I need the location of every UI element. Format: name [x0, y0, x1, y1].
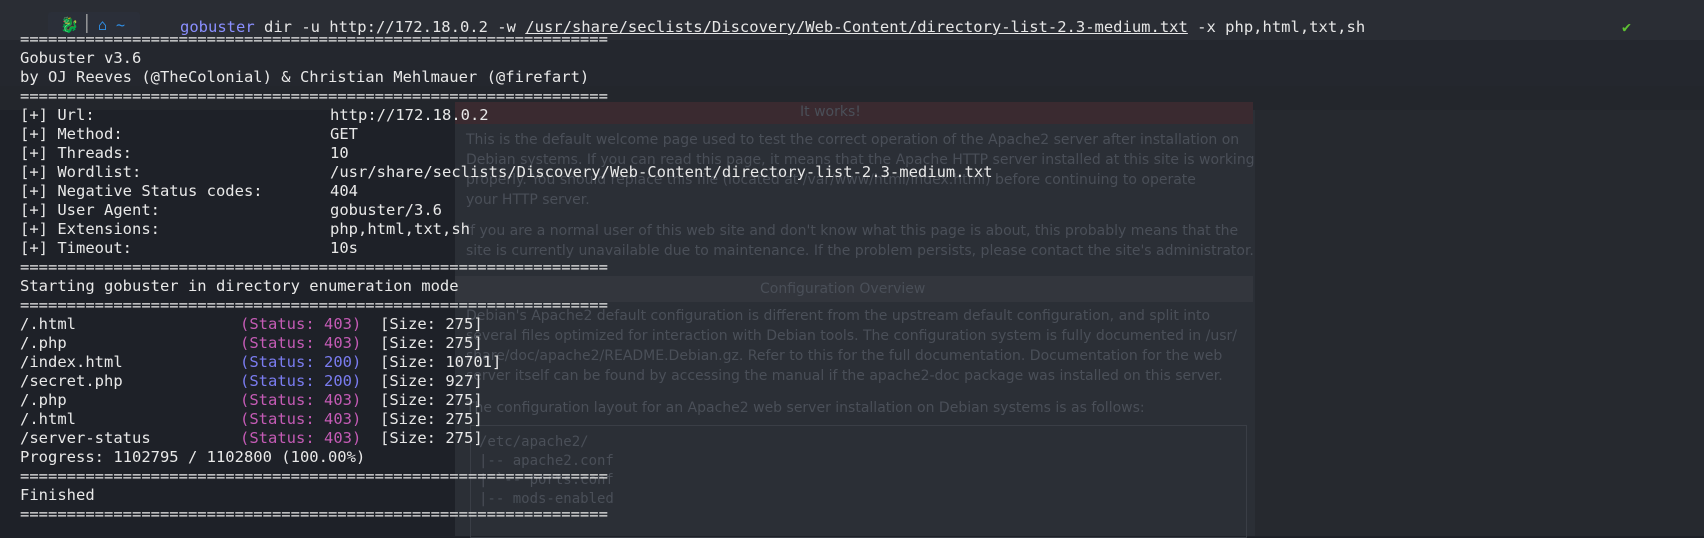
command-extensions: -x php,html,txt,sh — [1187, 18, 1366, 36]
result-status: (Status: 403) — [240, 410, 362, 428]
result-path: /index.html — [20, 353, 123, 371]
divider: ========================================… — [20, 30, 608, 48]
config-label: [+] Negative Status codes: — [20, 182, 263, 200]
success-check-icon: ✔ — [1622, 18, 1632, 36]
result-size: [Size: 275] — [380, 391, 483, 409]
result-status: (Status: 200) — [240, 353, 362, 371]
result-path: /.html — [20, 410, 76, 428]
config-label: [+] Extensions: — [20, 220, 160, 238]
result-row: /server-status (Status: 403) [Size: 275] — [20, 429, 483, 448]
result-path: /.php — [20, 391, 67, 409]
result-status: (Status: 403) — [240, 429, 362, 447]
result-status: (Status: 403) — [240, 334, 362, 352]
finished-line: Finished — [20, 486, 95, 504]
config-label: [+] Wordlist: — [20, 163, 142, 181]
config-value: GET — [330, 125, 358, 143]
result-size: [Size: 275] — [380, 410, 483, 428]
result-size: [Size: 10701] — [380, 353, 502, 371]
command-wordlist-path: /usr/share/seclists/Discovery/Web-Conten… — [525, 18, 1188, 36]
config-label: [+] Method: — [20, 125, 123, 143]
config-value: 10s — [330, 239, 358, 257]
config-row: [+] Negative Status codes: 404 — [20, 182, 358, 201]
result-path: /server-status — [20, 429, 151, 447]
result-status: (Status: 403) — [240, 391, 362, 409]
config-label: [+] Url: — [20, 106, 95, 124]
config-label: [+] Timeout: — [20, 239, 132, 257]
result-row: /secret.php (Status: 200) [Size: 927] — [20, 372, 483, 391]
result-row: /index.html (Status: 200) [Size: 10701] — [20, 353, 501, 372]
config-row: [+] Wordlist: /usr/share/seclists/Discove… — [20, 163, 993, 182]
gobuster-authors: by OJ Reeves (@TheColonial) & Christian … — [20, 68, 590, 86]
config-row: [+] User Agent: gobuster/3.6 — [20, 201, 442, 220]
config-row: [+] Method: GET — [20, 125, 358, 144]
progress-line: Progress: 1102795 / 1102800 (100.00%) — [20, 448, 366, 466]
mode-line: Starting gobuster in directory enumerati… — [20, 277, 459, 295]
result-row: /.php (Status: 403) [Size: 275] — [20, 334, 483, 353]
result-row: /.php (Status: 403) [Size: 275] — [20, 391, 483, 410]
config-value: gobuster/3.6 — [330, 201, 442, 219]
divider: ========================================… — [20, 258, 608, 276]
result-path: /.html — [20, 315, 76, 333]
config-row: [+] Threads: 10 — [20, 144, 349, 163]
config-value: 10 — [330, 144, 349, 162]
config-row: [+] Extensions: php,html,txt,sh — [20, 220, 470, 239]
config-value: /usr/share/seclists/Discovery/Web-Conten… — [330, 163, 993, 181]
config-label: [+] Threads: — [20, 144, 132, 162]
result-path: /.php — [20, 334, 67, 352]
result-row: /.html (Status: 403) [Size: 275] — [20, 315, 483, 334]
divider: ========================================… — [20, 87, 608, 105]
terminal-window[interactable]: 🐉 │ ⌂ ~ gobuster dir -u http://172.18.0.… — [0, 0, 1704, 536]
result-row: /.html (Status: 403) [Size: 275] — [20, 410, 483, 429]
config-value: 404 — [330, 182, 358, 200]
result-path: /secret.php — [20, 372, 123, 390]
result-status: (Status: 200) — [240, 372, 362, 390]
config-row: [+] Timeout: 10s — [20, 239, 358, 258]
result-status: (Status: 403) — [240, 315, 362, 333]
divider: ========================================… — [20, 467, 608, 485]
config-label: [+] User Agent: — [20, 201, 160, 219]
config-row: [+] Url: http://172.18.0.2 — [20, 106, 489, 125]
result-size: [Size: 275] — [380, 429, 483, 447]
divider: ========================================… — [20, 505, 608, 523]
config-value: http://172.18.0.2 — [330, 106, 489, 124]
config-value: php,html,txt,sh — [330, 220, 470, 238]
divider: ========================================… — [20, 296, 608, 314]
result-size: [Size: 927] — [380, 372, 483, 390]
result-size: [Size: 275] — [380, 315, 483, 333]
result-size: [Size: 275] — [380, 334, 483, 352]
gobuster-version: Gobuster v3.6 — [20, 49, 142, 67]
